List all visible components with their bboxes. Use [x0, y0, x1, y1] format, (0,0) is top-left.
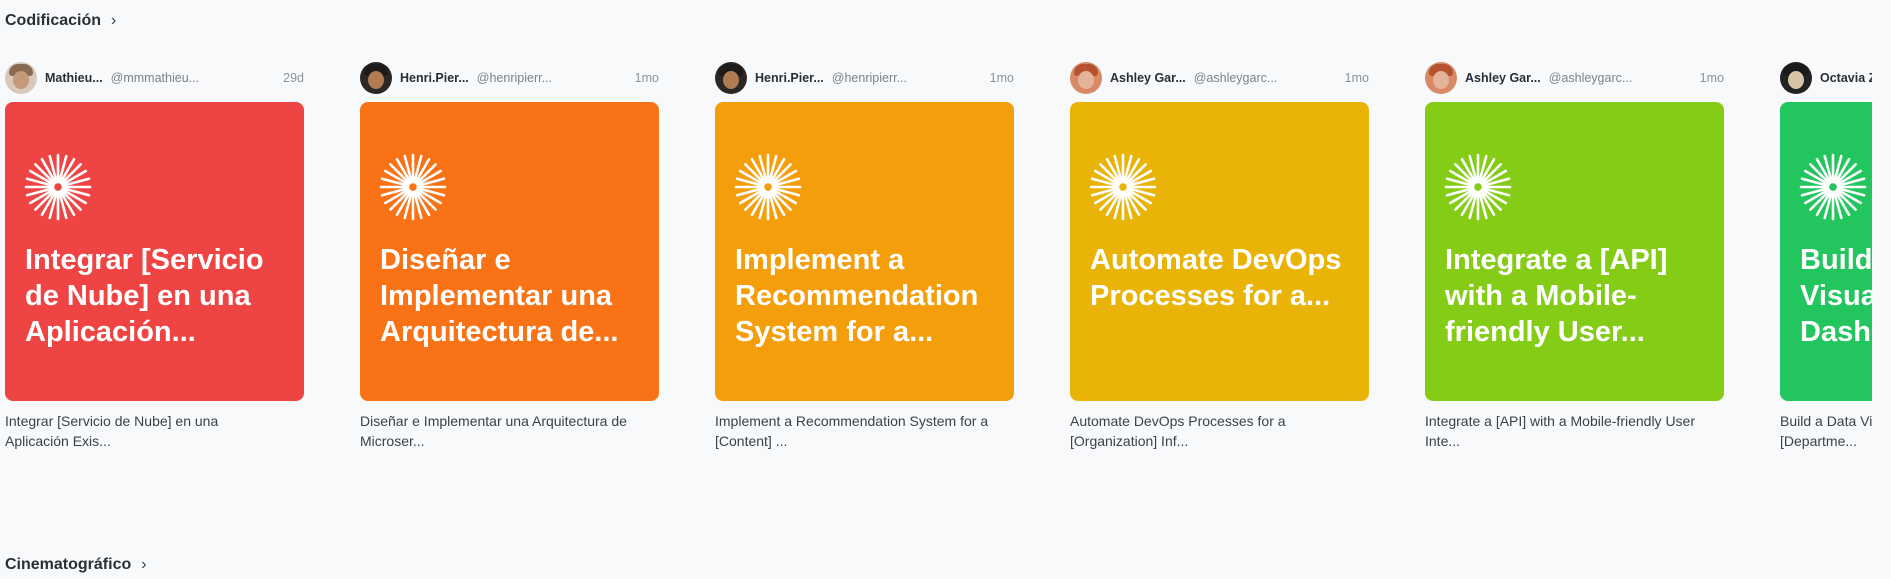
chevron-right-icon: › [111, 12, 117, 29]
author-handle: @ashleygarc... [1193, 71, 1278, 85]
avatar[interactable] [1070, 62, 1102, 94]
timestamp: 1mo [1699, 71, 1724, 85]
prompt-card[interactable]: Henri.Pier... @henripierr... 1mo Impleme… [715, 62, 1014, 451]
author-handle: @henripierr... [476, 71, 553, 85]
timestamp: 1mo [634, 71, 659, 85]
author-handle: @ashleygarc... [1548, 71, 1633, 85]
timestamp: 1mo [989, 71, 1014, 85]
author-handle: @mmmathieu... [110, 71, 200, 85]
caption-line: Build a Data Visualization [1780, 413, 1872, 429]
author-name[interactable]: Henri.Pier... [755, 71, 824, 85]
card-thumbnail[interactable]: Integrar [Servicio de Nube] en una Aplic… [5, 102, 304, 401]
avatar-face [1078, 71, 1094, 89]
caption-line: Aplicación Exis... [5, 433, 111, 449]
avatar[interactable] [1780, 62, 1812, 94]
card-carousel[interactable]: Mathieu... @mmmathieu... 29d Integrar [S… [0, 62, 1872, 462]
card-meta: Ashley Gar... @ashleygarc... 1mo [1425, 62, 1724, 94]
section-header-codificacion[interactable]: Codificación › [5, 12, 116, 30]
card-caption: Diseñar e Implementar una Arquitectura d… [360, 411, 650, 451]
caption-line: Integrar [Servicio de Nube] en una [5, 413, 219, 429]
card-meta: Henri.Pier... @henripierr... 1mo [360, 62, 659, 94]
caption-line: Inte... [1425, 433, 1461, 449]
thumbnail-title: Implement a Recommendation System for a.… [735, 244, 979, 348]
section-header-cinematografico[interactable]: Cinematográfico › [5, 556, 147, 574]
card-thumbnail[interactable]: Build a Data Visualization Dashboard... [1780, 102, 1872, 401]
card-caption: Integrate a [API] with a Mobile-friendly… [1425, 411, 1715, 451]
card-meta: Mathieu... @mmmathieu... 29d [5, 62, 304, 94]
caption-line: [Departme... [1780, 433, 1858, 449]
avatar-face [1433, 71, 1449, 89]
card-thumbnail[interactable]: Automate DevOps Processes for a... [1070, 102, 1369, 401]
caption-line: Microser... [360, 433, 425, 449]
card-thumbnail[interactable]: Implement a Recommendation System for a.… [715, 102, 1014, 401]
card-caption: Build a Data Visualization [Departme... [1780, 411, 1872, 451]
prompt-card[interactable]: Mathieu... @mmmathieu... 29d Integrar [S… [5, 62, 304, 451]
avatar[interactable] [1425, 62, 1457, 94]
sunburst-logo-icon [1444, 153, 1512, 221]
prompt-card[interactable]: Octavia Z... @octaviaz... 1mo Build a Da… [1780, 62, 1872, 451]
card-meta: Octavia Z... @octaviaz... 1mo [1780, 62, 1872, 94]
card-meta: Ashley Gar... @ashleygarc... 1mo [1070, 62, 1369, 94]
timestamp: 29d [283, 71, 304, 85]
prompt-card[interactable]: Henri.Pier... @henripierr... 1mo Diseñar… [360, 62, 659, 451]
caption-line: Diseñar e Implementar una Arquitectura d… [360, 413, 627, 429]
card-row: Mathieu... @mmmathieu... 29d Integrar [S… [5, 62, 1872, 451]
avatar[interactable] [360, 62, 392, 94]
prompt-card[interactable]: Ashley Gar... @ashleygarc... 1mo Integra… [1425, 62, 1724, 451]
sunburst-logo-icon [734, 153, 802, 221]
card-caption: Automate DevOps Processes for a [Organiz… [1070, 411, 1360, 451]
author-name[interactable]: Henri.Pier... [400, 71, 469, 85]
card-meta: Henri.Pier... @henripierr... 1mo [715, 62, 1014, 94]
section-title: Codificación [5, 12, 102, 29]
chevron-right-icon: › [141, 556, 147, 573]
caption-line: Automate DevOps Processes for a [1070, 413, 1286, 429]
author-name[interactable]: Octavia Z... [1820, 71, 1872, 85]
caption-line: Integrate a [API] with a Mobile-friendly… [1425, 413, 1696, 429]
thumbnail-title: Automate DevOps Processes for a... [1090, 244, 1342, 312]
avatar-face [368, 71, 384, 89]
card-caption: Implement a Recommendation System for a … [715, 411, 1005, 451]
prompt-card[interactable]: Ashley Gar... @ashleygarc... 1mo Automat… [1070, 62, 1369, 451]
thumbnail-title: Diseñar e Implementar una Arquitectura d… [380, 244, 619, 348]
sunburst-logo-icon [24, 153, 92, 221]
avatar[interactable] [715, 62, 747, 94]
section-title: Cinematográfico [5, 556, 132, 573]
card-thumbnail[interactable]: Diseñar e Implementar una Arquitectura d… [360, 102, 659, 401]
sunburst-logo-icon [379, 153, 447, 221]
sunburst-logo-icon [1089, 153, 1157, 221]
thumbnail-title: Integrate a [API] with a Mobile-friendly… [1445, 244, 1668, 348]
avatar-face [1788, 71, 1804, 89]
author-name[interactable]: Ashley Gar... [1110, 71, 1186, 85]
timestamp: 1mo [1344, 71, 1369, 85]
author-handle: @henripierr... [831, 71, 908, 85]
avatar-face [13, 71, 29, 89]
card-thumbnail[interactable]: Integrate a [API] with a Mobile-friendly… [1425, 102, 1724, 401]
caption-line: [Organization] Inf... [1070, 433, 1189, 449]
thumbnail-title: Integrar [Servicio de Nube] en una Aplic… [25, 244, 264, 348]
sunburst-logo-icon [1799, 153, 1867, 221]
avatar[interactable] [5, 62, 37, 94]
author-name[interactable]: Ashley Gar... [1465, 71, 1541, 85]
thumbnail-title: Build a Data Visualization Dashboard... [1800, 244, 1872, 348]
card-caption: Integrar [Servicio de Nube] en una Aplic… [5, 411, 295, 451]
caption-line: [Content] ... [715, 433, 788, 449]
author-name[interactable]: Mathieu... [45, 71, 103, 85]
caption-line: Implement a Recommendation System for a [715, 413, 989, 429]
avatar-face [723, 71, 739, 89]
